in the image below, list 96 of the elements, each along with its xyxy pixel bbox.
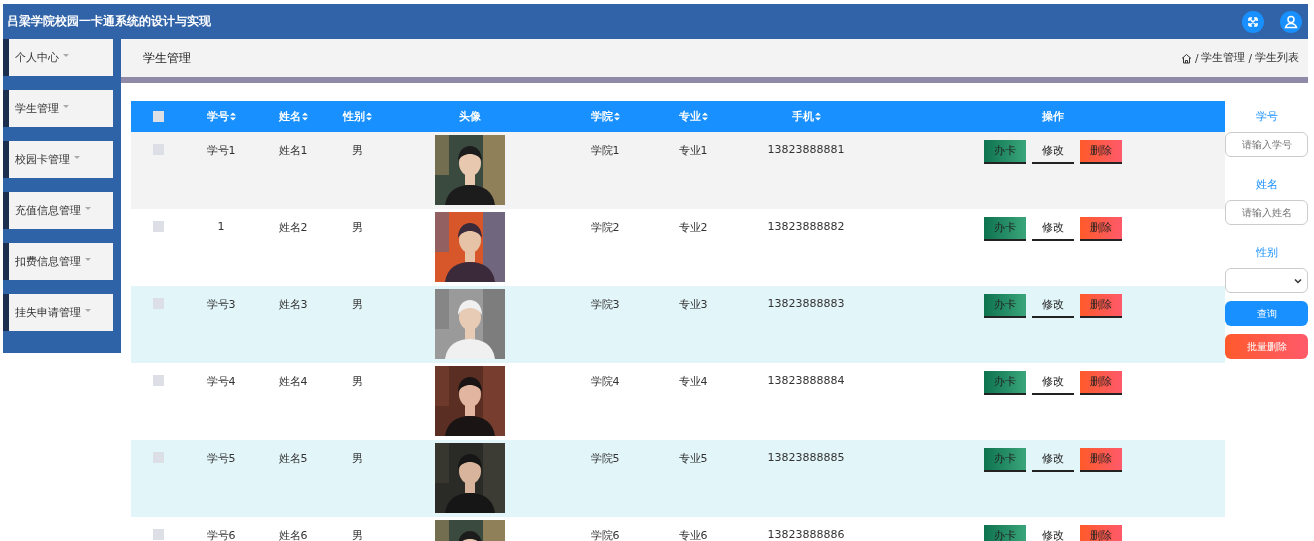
table-cell: 姓名6 <box>278 528 308 541</box>
table-cell: 男 <box>351 374 363 389</box>
table-cell: 13823888886 <box>767 528 845 541</box>
delete-button[interactable]: 删除 <box>1080 140 1122 164</box>
table-cell: 13823888881 <box>767 143 845 156</box>
table-cell: 学院2 <box>590 220 620 235</box>
breadcrumb-item[interactable]: 学生列表 <box>1255 51 1299 65</box>
column-header[interactable]: 性别 <box>342 109 365 124</box>
column-header[interactable]: 姓名 <box>278 109 301 124</box>
issue-card-button[interactable]: 办卡 <box>984 448 1026 472</box>
breadcrumb-item[interactable]: 学生管理 <box>1201 51 1246 65</box>
table-cell: 学号3 <box>206 297 236 312</box>
table-cell: 学号4 <box>206 374 236 389</box>
issue-card-button[interactable]: 办卡 <box>984 525 1026 541</box>
sort-icon[interactable] <box>365 112 372 121</box>
page-title: 学生管理 <box>143 49 191 67</box>
chevron-down-icon[interactable] <box>1294 277 1302 284</box>
sidebar-item[interactable]: 校园卡管理 <box>3 141 113 178</box>
table-cell: 专业5 <box>678 451 708 466</box>
sort-icon[interactable] <box>301 112 308 121</box>
table-cell: 专业4 <box>678 374 708 389</box>
delete-button[interactable]: 删除 <box>1080 525 1122 541</box>
issue-card-button[interactable]: 办卡 <box>984 294 1026 318</box>
table-cell: 专业1 <box>678 143 708 158</box>
filter-label: 性别 <box>1255 244 1278 260</box>
table-cell: 学院5 <box>590 451 620 466</box>
table-cell: 男 <box>351 451 363 466</box>
sidebar-item[interactable]: 充值信息管理 <box>3 192 113 229</box>
column-header[interactable]: 专业 <box>678 109 701 124</box>
fullscreen-icon[interactable] <box>1242 10 1264 33</box>
table-cell: 学号5 <box>206 451 236 466</box>
table-cell: 13823888883 <box>767 297 845 310</box>
sort-icon[interactable] <box>701 112 708 121</box>
table-cell: 专业3 <box>678 297 708 312</box>
table-cell: 学号6 <box>206 528 236 541</box>
select-all-checkbox[interactable] <box>152 111 164 122</box>
input-field[interactable]: 请输入姓名 <box>1225 200 1308 225</box>
table-cell: 学院6 <box>590 528 620 541</box>
table-cell: 男 <box>351 297 363 312</box>
select-field[interactable] <box>1225 268 1308 293</box>
table-cell: 学号1 <box>206 143 236 158</box>
sort-icon[interactable] <box>613 112 620 121</box>
breadcrumb-separator: / <box>1248 52 1252 64</box>
edit-button[interactable]: 修改 <box>1032 525 1074 541</box>
table-cell: 男 <box>351 528 363 541</box>
row-checkbox[interactable] <box>152 221 164 232</box>
edit-button[interactable]: 修改 <box>1032 140 1074 164</box>
issue-card-button[interactable]: 办卡 <box>984 140 1026 164</box>
column-header: 操作 <box>1042 109 1064 124</box>
table-cell: 13823888882 <box>767 220 845 233</box>
table-cell: 专业6 <box>678 528 708 541</box>
sidebar-item[interactable]: 学生管理 <box>3 90 113 127</box>
table-cell: 姓名5 <box>278 451 308 466</box>
sidebar-item[interactable]: 扣费信息管理 <box>3 243 113 280</box>
home-icon[interactable] <box>1180 52 1192 64</box>
user-icon[interactable] <box>1280 10 1302 33</box>
batch-delete-button[interactable]: 批量删除 <box>1225 334 1308 359</box>
table-cell: 专业2 <box>678 220 708 235</box>
table-cell: 男 <box>351 220 363 235</box>
table-cell: 姓名2 <box>278 220 308 235</box>
edit-button[interactable]: 修改 <box>1032 371 1074 395</box>
delete-button[interactable]: 删除 <box>1080 371 1122 395</box>
breadcrumb-separator: / <box>1194 52 1199 64</box>
column-header: 头像 <box>459 109 481 124</box>
table-cell: 学院3 <box>590 297 620 312</box>
search-button[interactable]: 查询 <box>1225 301 1308 326</box>
sort-icon[interactable] <box>229 112 236 121</box>
filter-label: 姓名 <box>1255 176 1278 192</box>
table-cell: 姓名4 <box>278 374 308 389</box>
table-cell: 13823888885 <box>767 451 845 464</box>
issue-card-button[interactable]: 办卡 <box>984 371 1026 395</box>
delete-button[interactable]: 删除 <box>1080 217 1122 241</box>
issue-card-button[interactable]: 办卡 <box>984 217 1026 241</box>
table-cell: 学院4 <box>590 374 620 389</box>
sidebar-item[interactable]: 挂失申请管理 <box>3 294 113 331</box>
column-header[interactable]: 手机 <box>791 109 814 124</box>
sidebar-item[interactable]: 个人中心 <box>3 39 113 76</box>
column-header[interactable]: 学号 <box>206 109 229 124</box>
sort-icon[interactable] <box>814 112 821 121</box>
delete-button[interactable]: 删除 <box>1080 448 1122 472</box>
edit-button[interactable]: 修改 <box>1032 294 1074 318</box>
delete-button[interactable]: 删除 <box>1080 294 1122 318</box>
edit-button[interactable]: 修改 <box>1032 448 1074 472</box>
row-checkbox[interactable] <box>152 375 164 386</box>
row-checkbox[interactable] <box>152 529 164 540</box>
table-cell: 学院1 <box>590 143 620 158</box>
table-cell: 1 <box>217 220 225 233</box>
table-cell: 姓名3 <box>278 297 308 312</box>
filter-label: 学号 <box>1255 108 1278 124</box>
edit-button[interactable]: 修改 <box>1032 217 1074 241</box>
table-cell: 13823888884 <box>767 374 845 387</box>
table-cell: 姓名1 <box>278 143 308 158</box>
app-title: 吕梁学院校园一卡通系统的设计与实现 <box>7 13 211 30</box>
column-header[interactable]: 学院 <box>590 109 613 124</box>
table-cell: 男 <box>351 143 363 158</box>
input-field[interactable]: 请输入学号 <box>1225 132 1308 157</box>
